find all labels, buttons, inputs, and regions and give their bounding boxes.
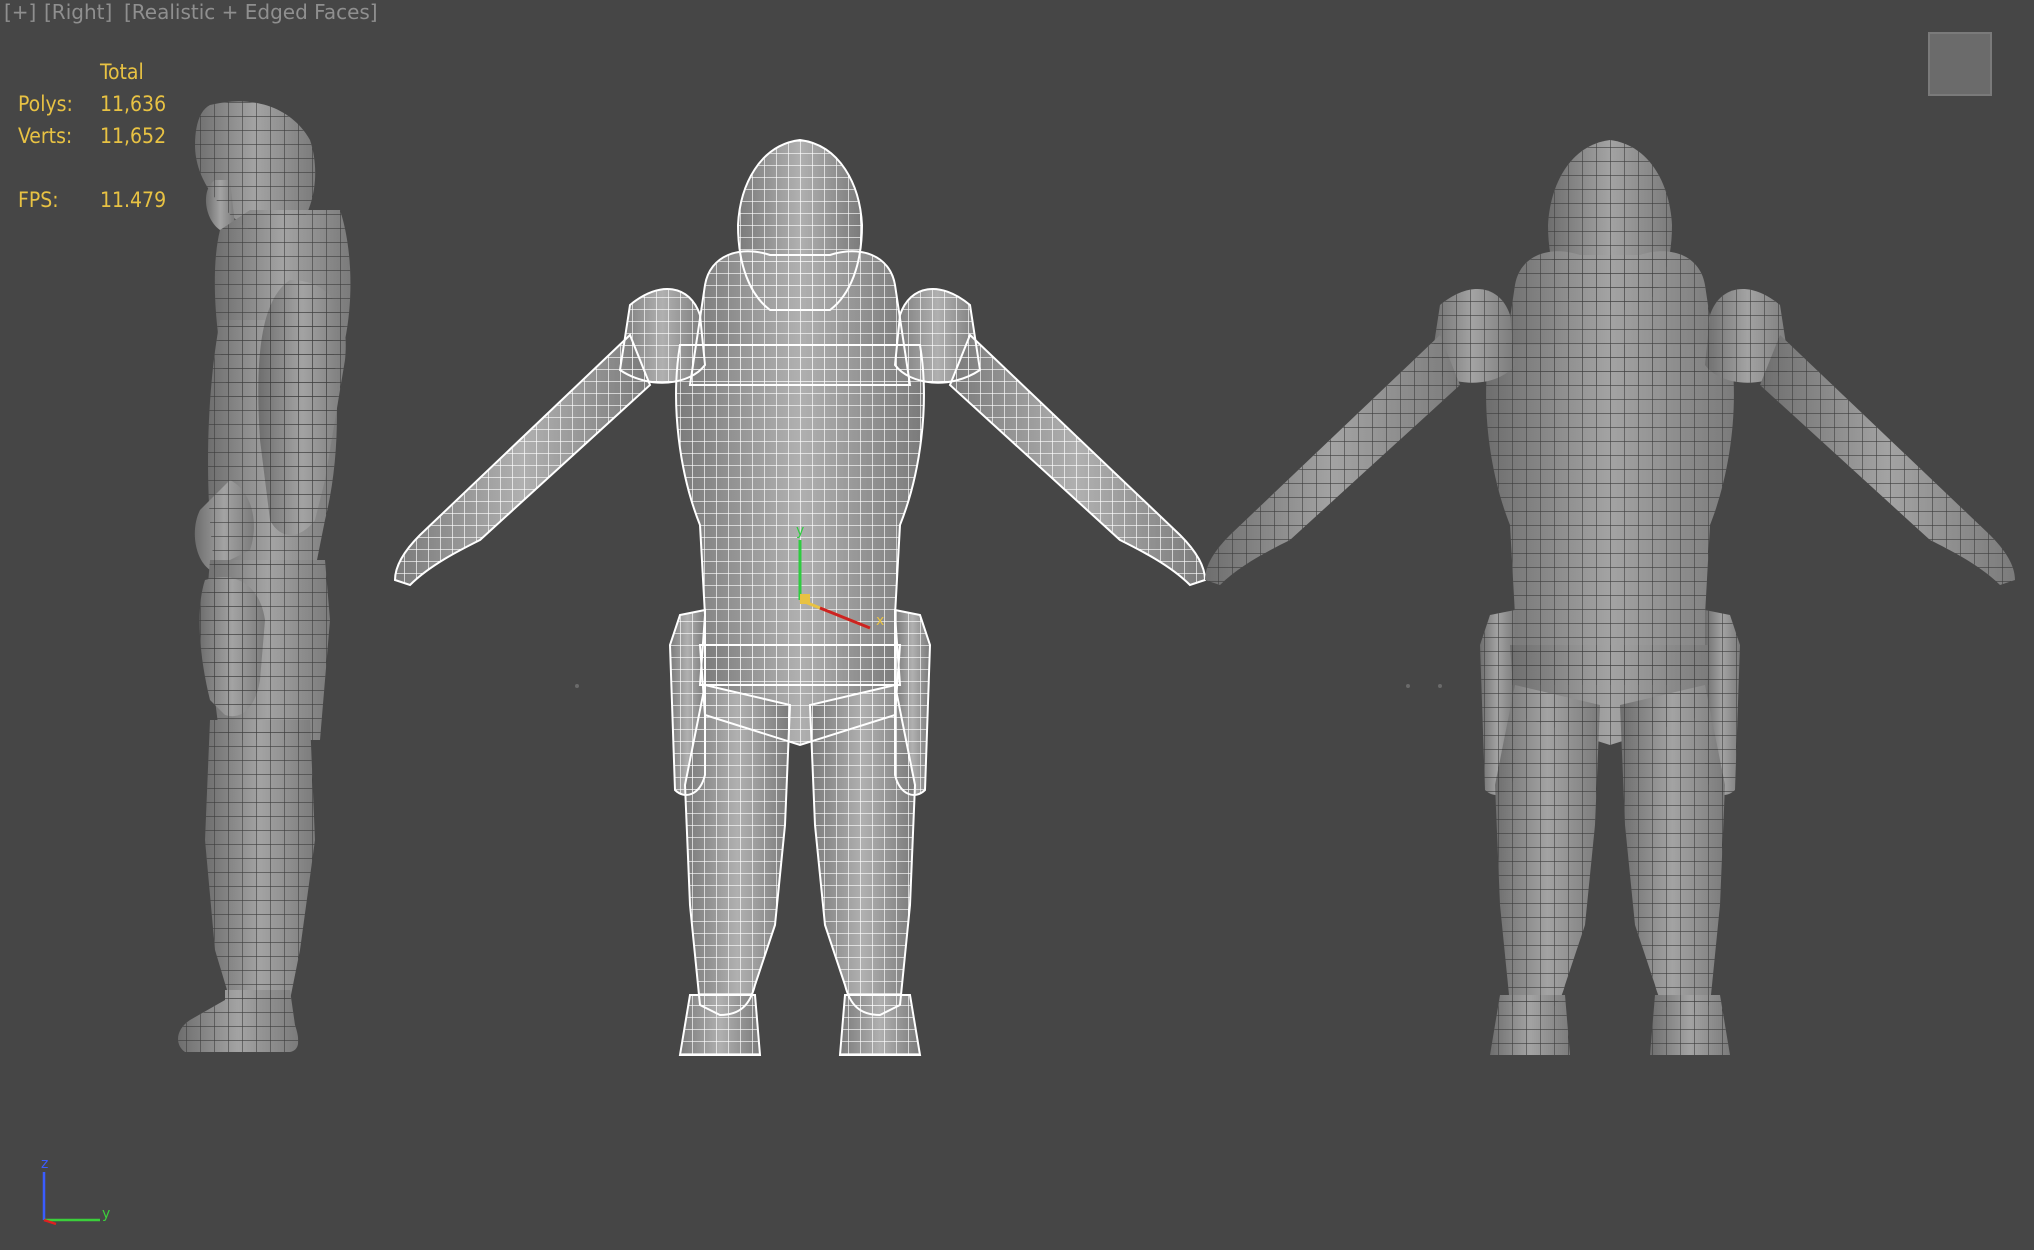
polys-value: 11,636: [100, 92, 167, 116]
fps-value: 11.479: [100, 188, 167, 212]
fps-label: FPS:: [18, 188, 59, 212]
axis-tripod-icon: z y: [41, 1156, 110, 1226]
grid-marker: [575, 684, 579, 688]
viewport-shading-label[interactable]: [Realistic + Edged Faces]: [124, 0, 378, 26]
polys-label: Polys:: [18, 92, 73, 116]
axis-z-label: z: [41, 1156, 48, 1172]
viewport-menu-plus[interactable]: [+]: [4, 0, 36, 26]
grid-marker: [1438, 684, 1442, 688]
verts-label: Verts:: [18, 124, 73, 148]
viewport-right[interactable]: y x [+] [Right] [Realistic + Edged Faces…: [0, 0, 2034, 1250]
back-view-mesh: [1205, 140, 2015, 1055]
axis-y-label: y: [102, 1206, 110, 1222]
stats-header: Total: [100, 60, 144, 84]
grid-marker: [1406, 684, 1410, 688]
verts-value: 11,652: [100, 124, 167, 148]
gizmo-y-label: y: [796, 523, 804, 539]
gizmo-x-label: x: [876, 613, 884, 629]
side-view-mesh: [178, 101, 351, 1052]
viewport-scene[interactable]: y x: [0, 0, 2034, 1250]
viewport-view-label[interactable]: [Right]: [44, 0, 112, 26]
viewcube-icon[interactable]: [1928, 32, 1992, 96]
